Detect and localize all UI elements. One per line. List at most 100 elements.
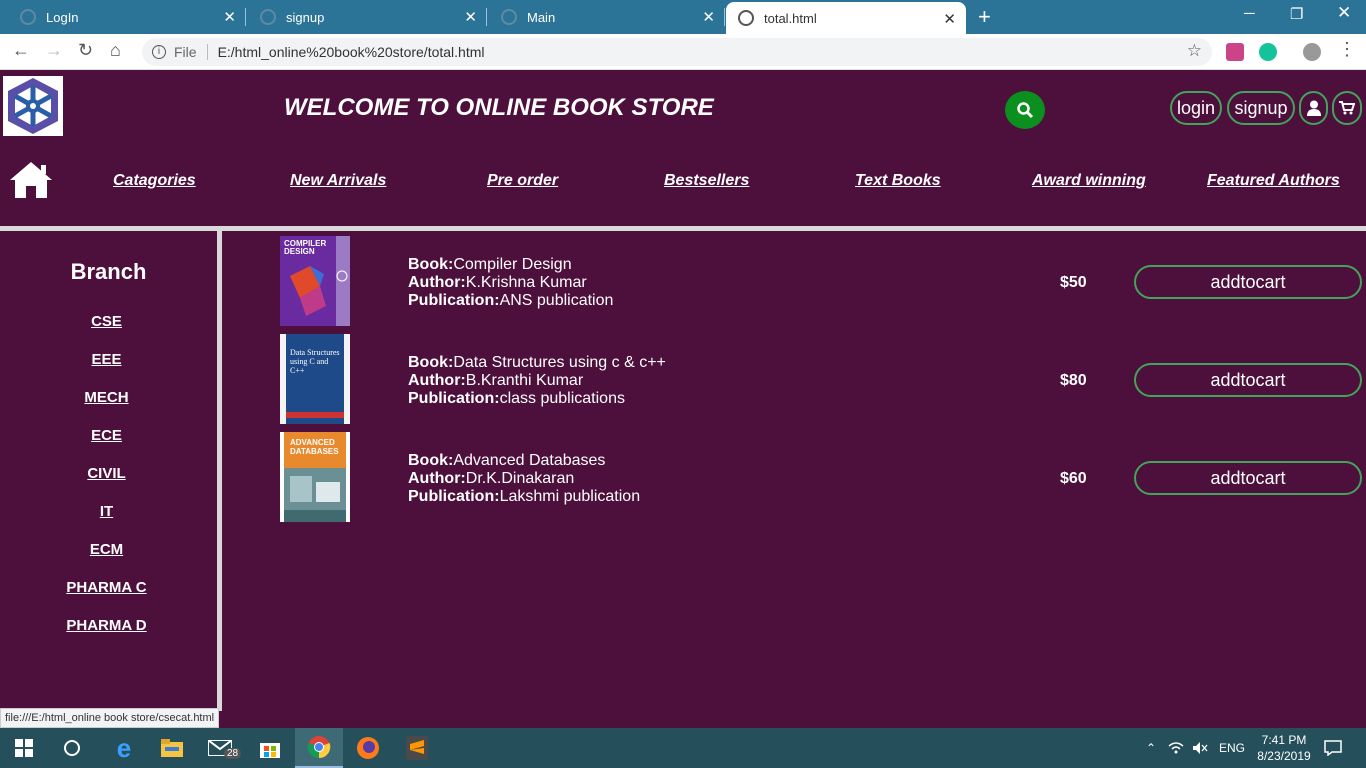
language-indicator[interactable]: ENG [1219, 728, 1245, 768]
globe-icon [501, 9, 517, 25]
tab-title: Main [527, 9, 556, 25]
branch-link-it[interactable]: IT [0, 503, 213, 520]
nav-featured-authors[interactable]: Featured Authors [1207, 172, 1340, 190]
add-to-cart-button[interactable]: addtocart [1134, 363, 1362, 397]
url-text[interactable]: E:/html_online%20book%20store/total.html [218, 44, 485, 60]
book-publication: ANS publication [499, 292, 614, 309]
close-icon[interactable]: ✕ [464, 8, 477, 26]
globe-icon [20, 9, 36, 25]
user-button[interactable] [1299, 91, 1328, 125]
branch-link-ecm[interactable]: ECM [0, 541, 213, 558]
nav-bestsellers[interactable]: Bestsellers [664, 172, 749, 190]
branch-link-civil[interactable]: CIVIL [0, 465, 213, 482]
back-button[interactable]: ← [12, 40, 30, 61]
edge-icon: e [116, 732, 132, 763]
home-icon[interactable] [8, 160, 54, 200]
reload-button[interactable]: ↻ [78, 40, 93, 61]
nav-new-arrivals[interactable]: New Arrivals [290, 172, 386, 190]
browser-toolbar: ← → ↻ ⌂ i File E:/html_online%20book%20s… [0, 34, 1366, 70]
close-icon[interactable]: ✕ [702, 8, 715, 26]
cortana-icon [64, 740, 80, 756]
wifi-icon[interactable] [1168, 728, 1184, 768]
clock[interactable]: 7:41 PM 8/23/2019 [1255, 728, 1313, 768]
store-icon [260, 743, 280, 758]
nav-text-books[interactable]: Text Books [855, 172, 941, 190]
tab-login[interactable]: LogIn ✕ [0, 0, 246, 34]
branch-link-pharma-c[interactable]: PHARMA C [0, 579, 213, 596]
branch-link-mech[interactable]: MECH [0, 389, 213, 406]
new-tab-button[interactable]: + [978, 4, 991, 30]
file-explorer-taskbar-button[interactable] [148, 728, 196, 768]
tab-main[interactable]: Main ✕ [487, 0, 725, 34]
bookmark-star-icon[interactable]: ☆ [1187, 41, 1202, 61]
minimize-button[interactable]: ─ [1244, 5, 1255, 22]
tray-overflow-button[interactable]: ⌃ [1146, 728, 1156, 768]
close-window-button[interactable]: ✕ [1337, 3, 1351, 23]
action-center-button[interactable] [1324, 728, 1342, 768]
mail-badge: 28 [224, 748, 242, 759]
book-title: Advanced Databases [453, 452, 606, 469]
nav-categories[interactable]: Catagories [113, 172, 196, 190]
page-title: WELCOME TO ONLINE BOOK STORE [284, 94, 714, 121]
nav-award-winning[interactable]: Award winning [1032, 172, 1146, 190]
nav-pre-order[interactable]: Pre order [487, 172, 558, 190]
branch-link-cse[interactable]: CSE [0, 313, 213, 330]
store-taskbar-button[interactable] [246, 728, 294, 768]
branch-link-eee[interactable]: EEE [0, 351, 213, 368]
firefox-icon [357, 737, 379, 759]
tab-total[interactable]: total.html ✕ [726, 2, 966, 34]
search-taskbar-button[interactable] [48, 728, 96, 768]
book-author: Dr.K.Dinakaran [465, 470, 575, 487]
book-cover-image: COMPILER DESIGN [280, 236, 350, 326]
tab-title: total.html [764, 10, 817, 26]
book-info: Book:Data Structures using c & c++ Autho… [408, 354, 666, 407]
sidebar-divider [217, 231, 222, 711]
browser-tab-bar: LogIn ✕ signup ✕ Main ✕ total.html ✕ + ─… [0, 0, 1366, 34]
book-info: Book:Compiler Design Author:K.Krishna Ku… [408, 256, 614, 309]
close-icon[interactable]: ✕ [223, 8, 236, 26]
user-icon [1306, 100, 1321, 116]
tab-title: signup [286, 9, 325, 25]
windows-taskbar: e 28 ⌃ ENG 7:41 PM 8/23/2019 [0, 728, 1366, 768]
restore-button[interactable]: ❐ [1290, 5, 1303, 23]
search-icon [1017, 102, 1034, 119]
home-button[interactable]: ⌂ [110, 40, 121, 61]
volume-icon[interactable] [1192, 728, 1208, 768]
extension-icon[interactable] [1226, 43, 1244, 61]
site-logo [3, 76, 63, 136]
windows-logo-icon [15, 739, 33, 757]
edge-taskbar-button[interactable]: e [100, 728, 148, 768]
close-icon[interactable]: ✕ [943, 10, 956, 28]
book-cover-image: ADVANCED DATABASES [280, 432, 350, 522]
book-price: $80 [1060, 372, 1087, 389]
signup-button[interactable]: signup [1227, 91, 1295, 125]
sublime-icon [406, 736, 428, 760]
login-button[interactable]: login [1170, 91, 1222, 125]
globe-icon [260, 9, 276, 25]
tab-signup[interactable]: signup ✕ [246, 0, 487, 34]
header-divider [0, 226, 1366, 231]
search-button[interactable] [1005, 91, 1045, 129]
link-status-bar: file:///E:/html_online book store/csecat… [0, 708, 220, 728]
branch-link-ece[interactable]: ECE [0, 427, 213, 444]
profile-avatar[interactable] [1303, 43, 1321, 61]
firefox-taskbar-button[interactable] [344, 728, 392, 768]
add-to-cart-button[interactable]: addtocart [1134, 461, 1362, 495]
book-publication: class publications [499, 390, 625, 407]
branch-link-pharma-d[interactable]: PHARMA D [0, 617, 213, 634]
book-info: Book:Advanced Databases Author:Dr.K.Dina… [408, 452, 641, 505]
forward-button[interactable]: → [45, 40, 63, 61]
chrome-taskbar-button[interactable] [295, 728, 343, 768]
globe-icon [738, 10, 754, 26]
grammarly-icon[interactable] [1259, 43, 1277, 61]
menu-icon[interactable]: ⋮ [1338, 39, 1356, 60]
mail-taskbar-button[interactable]: 28 [196, 728, 244, 768]
start-button[interactable] [0, 728, 48, 768]
sublime-taskbar-button[interactable] [393, 728, 441, 768]
cart-button[interactable] [1332, 91, 1362, 125]
address-bar[interactable]: i File E:/html_online%20book%20store/tot… [142, 38, 1212, 66]
info-icon[interactable]: i [152, 45, 166, 59]
book-publication: Lakshmi publication [499, 488, 641, 505]
add-to-cart-button[interactable]: addtocart [1134, 265, 1362, 299]
book-author: B.Kranthi Kumar [465, 372, 584, 389]
